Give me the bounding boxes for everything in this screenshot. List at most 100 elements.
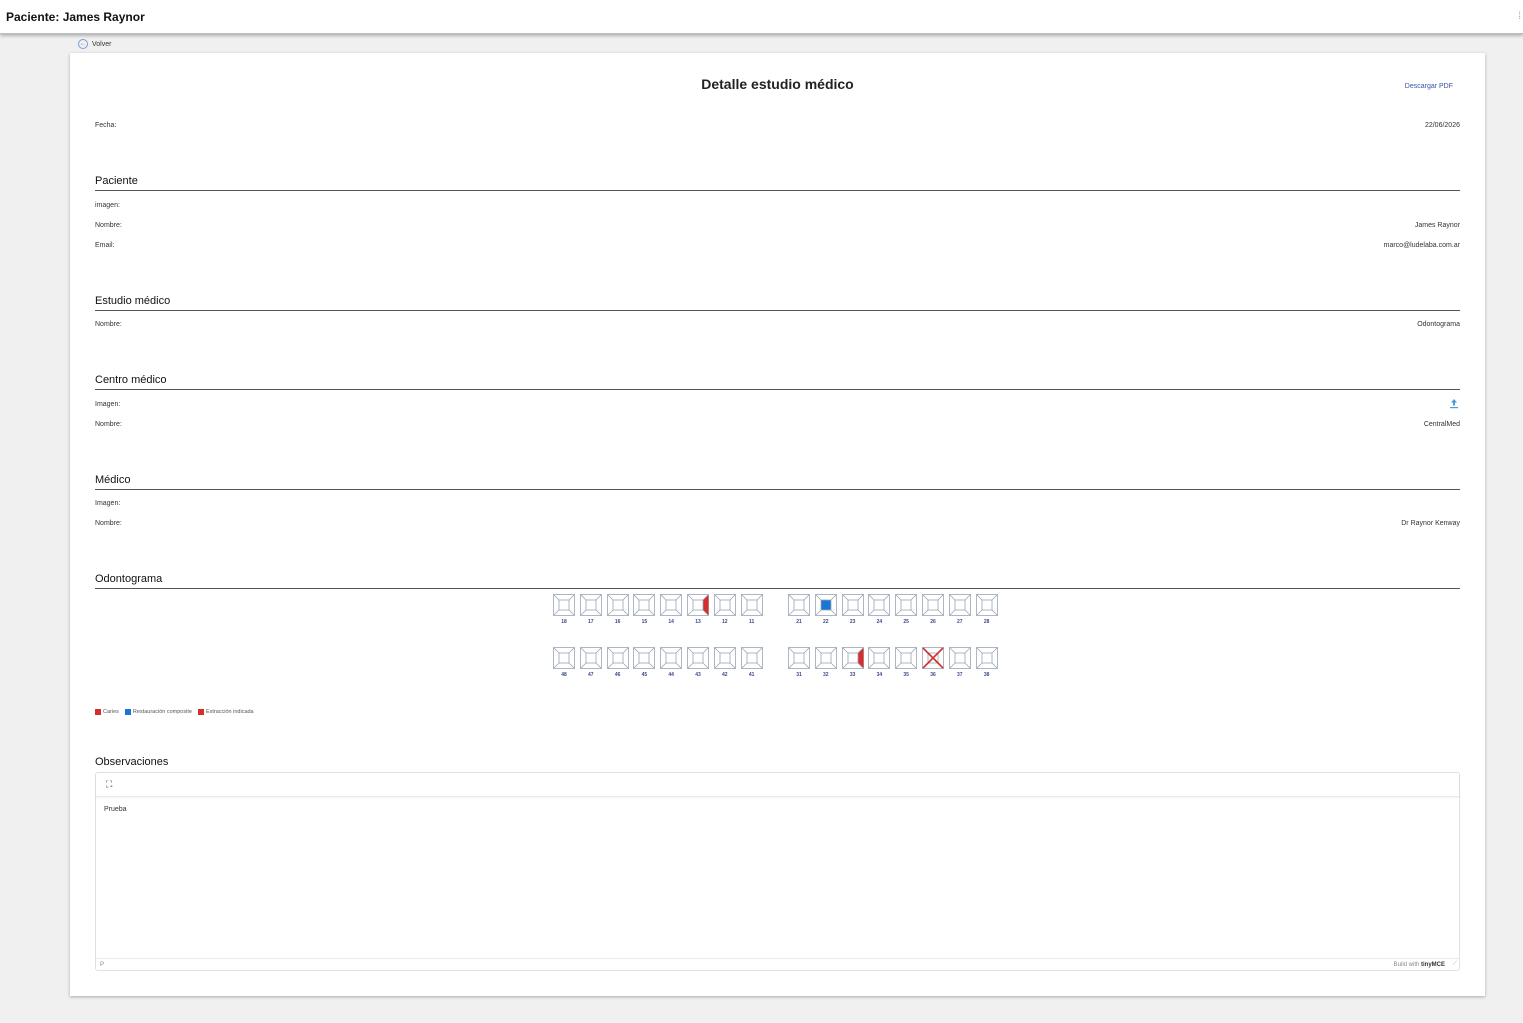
tooth-cell: 32: [814, 647, 837, 678]
centro-imagen-row: Imagen:: [95, 398, 1460, 413]
tooth-25[interactable]: [895, 594, 918, 616]
tooth-42[interactable]: [713, 647, 736, 669]
tooth-number: 15: [641, 619, 648, 625]
tooth-cell: 23: [841, 594, 864, 625]
tooth-16[interactable]: [606, 594, 629, 616]
study-detail-card: Detalle estudio médico Descargar PDF Fec…: [70, 53, 1485, 996]
nombre-label: Nombre:: [95, 321, 122, 328]
divider: [95, 310, 1460, 311]
tooth-26[interactable]: [922, 594, 944, 616]
tooth-cell: 13: [687, 594, 709, 625]
tooth-14[interactable]: [660, 594, 683, 616]
tooth-15[interactable]: [633, 594, 656, 616]
paciente-nombre-row: Nombre: James Raynor: [95, 222, 1460, 234]
tooth-34[interactable]: [868, 647, 891, 669]
tooth-number: 36: [930, 672, 936, 678]
tooth-cell: 17: [579, 594, 602, 625]
download-pdf-button[interactable]: Descargar PDF: [1405, 83, 1453, 90]
account-icon[interactable]: ⁞: [1518, 11, 1521, 22]
tooth-mark-restauracion: [820, 600, 831, 610]
tooth-23[interactable]: [841, 594, 864, 616]
tooth-48[interactable]: [553, 647, 575, 669]
editor-content[interactable]: Prueba: [104, 806, 127, 813]
tooth-41[interactable]: [740, 647, 763, 669]
legend-label: Restauración composite: [132, 709, 192, 715]
tooth-number: 31: [796, 672, 802, 678]
tooth-cell: 28: [975, 594, 998, 625]
tooth-13[interactable]: [687, 594, 709, 616]
estudio-nombre-value: Odontograma: [1417, 321, 1460, 328]
tooth-11[interactable]: [740, 594, 763, 616]
divider: [95, 389, 1460, 390]
tooth-number: 14: [668, 619, 674, 625]
odontogram-legend: Caries Restauración composite Extracción…: [95, 709, 254, 715]
legend-item: Restauración composite: [124, 709, 192, 715]
back-button[interactable]: ← Volver: [78, 39, 111, 49]
divider: [95, 489, 1460, 490]
tooth-43[interactable]: [687, 647, 709, 669]
legend-swatch: [95, 709, 101, 715]
tooth-12[interactable]: [713, 594, 736, 616]
nombre-label: Nombre:: [95, 421, 122, 428]
tooth-46[interactable]: [606, 647, 629, 669]
paciente-nombre-value: James Raynor: [1414, 222, 1460, 229]
legend-swatch: [124, 709, 131, 715]
odontograma-heading: Odontograma: [95, 573, 163, 585]
tooth-number: 38: [983, 672, 990, 678]
tooth-number: 43: [695, 672, 701, 678]
back-label: Volver: [92, 40, 112, 48]
tooth-31[interactable]: [788, 647, 810, 669]
tooth-17[interactable]: [579, 594, 602, 616]
tooth-cell: 31: [788, 647, 810, 678]
tooth-37[interactable]: [948, 647, 971, 669]
tooth-cell: 44: [660, 647, 683, 678]
tooth-22[interactable]: [814, 594, 837, 616]
tooth-number: 41: [748, 672, 755, 678]
tooth-cell: 24: [868, 594, 891, 625]
tooth-number: 32: [823, 672, 829, 678]
element-path[interactable]: P: [100, 962, 104, 968]
tooth-36[interactable]: [922, 647, 944, 669]
tooth-cell: 47: [579, 647, 602, 678]
tooth-24[interactable]: [868, 594, 891, 616]
tooth-47[interactable]: [579, 647, 602, 669]
top-app-bar: Paciente: James Raynor ⁞: [0, 0, 1523, 34]
tooth-cell: 14: [660, 594, 683, 625]
tooth-28[interactable]: [975, 594, 998, 616]
medico-imagen-row: Imagen:: [95, 500, 1460, 512]
tooth-38[interactable]: [975, 647, 998, 669]
tooth-35[interactable]: [895, 647, 918, 669]
nombre-label: Nombre:: [95, 520, 122, 527]
tooth-44[interactable]: [660, 647, 683, 669]
resize-handle-icon[interactable]: ⟋: [1453, 961, 1457, 968]
page-title: Detalle estudio médico: [701, 76, 854, 92]
tooth-cell: 27: [948, 594, 971, 625]
tooth-cell: 37: [948, 647, 971, 678]
tooth-cell: 38: [975, 647, 998, 678]
editor-branding[interactable]: Build with tinyMCE: [1394, 962, 1445, 968]
medico-heading: Médico: [95, 474, 131, 486]
tooth-number: 25: [903, 619, 909, 625]
upload-icon[interactable]: [1448, 398, 1460, 410]
tooth-45[interactable]: [633, 647, 656, 669]
back-arrow-icon: ←: [78, 39, 88, 49]
centro-nombre-row: Nombre: CentralMed: [95, 421, 1460, 433]
observaciones-editor[interactable]: ⛶ Prueba P Build with tinyMCE ⟋: [95, 772, 1460, 971]
fullscreen-icon[interactable]: ⛶: [106, 780, 112, 789]
tooth-number: 13: [695, 619, 701, 625]
nombre-label: Nombre:: [95, 222, 122, 229]
tooth-27[interactable]: [948, 594, 971, 616]
patient-title: Paciente: James Raynor: [6, 10, 145, 24]
fecha-value: 22/06/2026: [1424, 122, 1460, 129]
divider: [95, 588, 1460, 589]
brand-prefix: Build with: [1393, 962, 1420, 968]
tooth-number: 45: [641, 672, 648, 678]
tooth-21[interactable]: [788, 594, 810, 616]
tooth-32[interactable]: [814, 647, 837, 669]
tooth-cell: 16: [606, 594, 629, 625]
tooth-cell: 25: [895, 594, 918, 625]
tooth-33[interactable]: [841, 647, 864, 669]
legend-label: Extracción indicada: [205, 709, 254, 715]
tooth-18[interactable]: [553, 594, 575, 616]
tooth-cell: 36: [922, 647, 944, 678]
